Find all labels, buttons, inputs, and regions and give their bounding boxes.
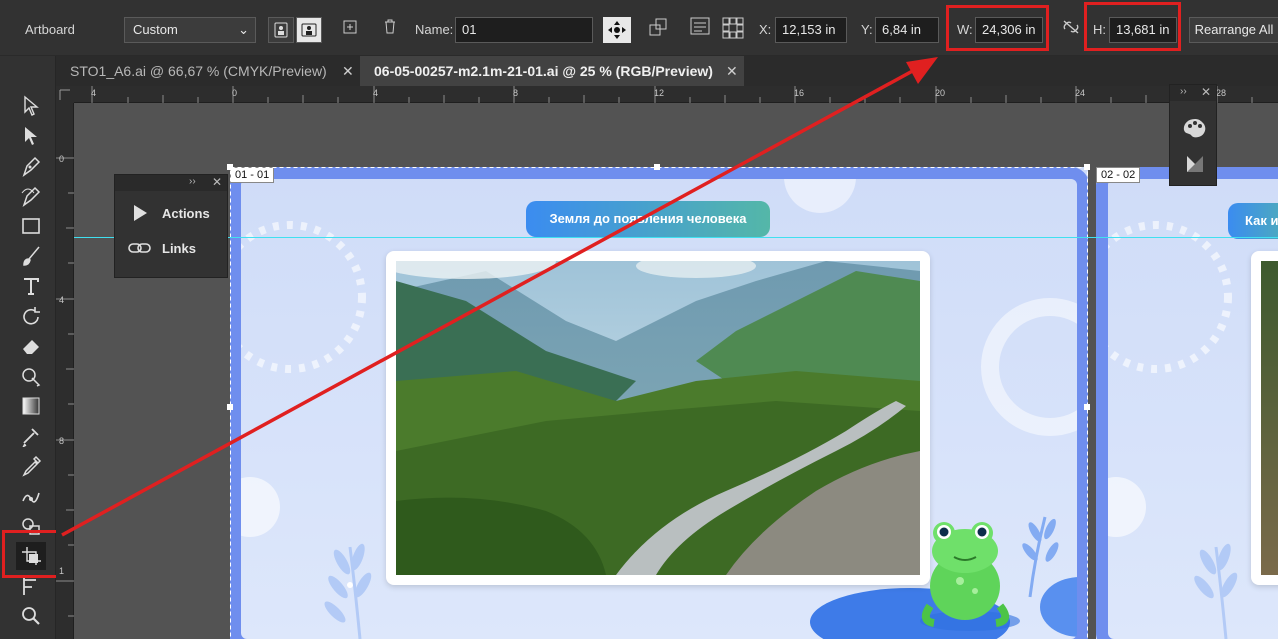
preset-value: Custom bbox=[133, 22, 178, 37]
type-tool-icon[interactable] bbox=[16, 272, 46, 300]
panel-item-links[interactable]: Links bbox=[115, 239, 227, 274]
rectangle-tool-icon[interactable] bbox=[16, 212, 46, 240]
ruler-tick: 8 bbox=[513, 88, 519, 98]
collapse-icon[interactable]: ›› bbox=[1180, 86, 1187, 97]
link-icon bbox=[128, 243, 151, 253]
ruler-tick: 24 bbox=[1075, 88, 1086, 98]
photo bbox=[1261, 261, 1278, 575]
preset-dropdown[interactable]: Custom ⌄ bbox=[124, 17, 256, 43]
new-artboard-icon[interactable] bbox=[337, 17, 363, 43]
panel-item-actions[interactable]: Actions bbox=[115, 204, 227, 239]
transparency-icon[interactable] bbox=[1184, 153, 1206, 175]
ruler-tick: 1 bbox=[59, 566, 65, 576]
color-guide-icon[interactable] bbox=[1182, 117, 1208, 141]
photo-card[interactable] bbox=[386, 251, 930, 585]
document-tab-bar: STO1_A6.ai @ 66,67 % (CMYK/Preview) ✕ 06… bbox=[56, 56, 1278, 86]
rotate-tool-icon[interactable] bbox=[16, 302, 46, 330]
panel-header[interactable]: ›› ✕ bbox=[1170, 85, 1216, 101]
horizontal-ruler[interactable]: 4 0 4 8 12 16 20 24 28 bbox=[74, 86, 1278, 103]
vertical-ruler[interactable]: 0 4 8 1 bbox=[56, 103, 74, 639]
tab-label: STO1_A6.ai @ 66,67 % (CMYK/Preview) bbox=[70, 63, 327, 79]
artboards-panel-icon[interactable] bbox=[687, 17, 713, 43]
artboard-options-icon[interactable] bbox=[645, 17, 671, 43]
artboard-name-input[interactable]: 01 bbox=[455, 17, 593, 43]
pen-tool-icon[interactable] bbox=[16, 152, 46, 180]
eyedropper-chain-tool-icon[interactable] bbox=[16, 422, 46, 450]
ruler-tick: 4 bbox=[373, 88, 379, 98]
close-icon[interactable]: ✕ bbox=[726, 56, 738, 86]
collapse-icon[interactable]: ›› bbox=[189, 176, 196, 187]
panel-item-label: Actions bbox=[162, 206, 210, 221]
ruler-tick: 4 bbox=[59, 295, 65, 305]
zoom-tool-icon[interactable] bbox=[16, 602, 46, 630]
landscape-orientation-icon[interactable] bbox=[296, 17, 322, 43]
eyedropper-tool-icon[interactable] bbox=[16, 452, 46, 480]
direct-selection-tool-icon[interactable] bbox=[16, 122, 46, 150]
photo-card[interactable] bbox=[1251, 251, 1278, 585]
panel-header[interactable]: ›› ✕ bbox=[115, 175, 227, 191]
slide-title[interactable]: Как и bbox=[1228, 203, 1278, 239]
illustrator-window: Artboard Custom ⌄ Name: 01 X: 12,153 in … bbox=[0, 0, 1278, 639]
close-icon[interactable]: ✕ bbox=[342, 56, 354, 86]
ruler-tick: 12 bbox=[654, 88, 665, 98]
frog-mascot bbox=[920, 522, 1020, 631]
move-artwork-icon[interactable] bbox=[603, 17, 631, 43]
artboard-label[interactable]: 02 - 02 bbox=[1096, 167, 1141, 183]
panel-item-label: Links bbox=[162, 241, 196, 256]
constrain-proportions-icon[interactable] bbox=[1058, 17, 1084, 43]
close-icon[interactable]: ✕ bbox=[1201, 85, 1211, 99]
paintbrush-tool-icon[interactable] bbox=[16, 242, 46, 270]
artboard-label[interactable]: 01 - 01 bbox=[230, 167, 275, 183]
ruler-tick: 20 bbox=[935, 88, 946, 98]
x-input[interactable]: 12,153 in bbox=[775, 17, 847, 43]
trash-icon[interactable] bbox=[377, 17, 403, 43]
y-label: Y: bbox=[861, 22, 873, 37]
close-icon[interactable]: ✕ bbox=[212, 175, 222, 189]
ruler-tick: 28 bbox=[1216, 88, 1227, 98]
tab-document-2[interactable]: 06-05-00257-m2.1m-21-01.ai @ 25 % (RGB/P… bbox=[360, 56, 744, 86]
ruler-tick: 4 bbox=[91, 88, 97, 98]
shape-builder-tool-icon[interactable] bbox=[16, 362, 46, 390]
ruler-tick: 0 bbox=[232, 88, 238, 98]
align-grid-icon[interactable] bbox=[720, 17, 746, 43]
tab-label: 06-05-00257-m2.1m-21-01.ai @ 25 % (RGB/P… bbox=[374, 63, 713, 79]
ruler-tick: 0 bbox=[59, 154, 65, 164]
chevron-down-icon: ⌄ bbox=[238, 22, 249, 37]
curvature-tool-icon[interactable] bbox=[16, 182, 46, 210]
gradient-tool-icon[interactable] bbox=[16, 392, 46, 420]
play-icon bbox=[134, 205, 147, 221]
mode-label: Artboard bbox=[25, 22, 75, 37]
guide-line[interactable] bbox=[74, 237, 1278, 238]
ruler-tick: 16 bbox=[794, 88, 805, 98]
landscape-photo bbox=[396, 261, 920, 575]
collapsed-panel-dock: ›› ✕ bbox=[1169, 84, 1217, 186]
x-label: X: bbox=[759, 22, 772, 37]
width-highlight-box bbox=[946, 5, 1049, 51]
ruler-tick: 8 bbox=[59, 436, 65, 446]
selection-tool-icon[interactable] bbox=[16, 92, 46, 120]
eraser-tool-icon[interactable] bbox=[16, 332, 46, 360]
puppet-warp-tool-icon[interactable] bbox=[16, 482, 46, 510]
rearrange-all-button[interactable]: Rearrange All bbox=[1189, 17, 1278, 43]
height-highlight-box bbox=[1084, 2, 1181, 51]
y-input[interactable]: 6,84 in bbox=[875, 17, 939, 43]
document-canvas[interactable]: Земля до появления человека 01 - 01 Как … bbox=[74, 103, 1278, 639]
ruler-origin[interactable] bbox=[56, 86, 74, 103]
slide-title[interactable]: Земля до появления человека bbox=[526, 201, 770, 237]
tab-document-1[interactable]: STO1_A6.ai @ 66,67 % (CMYK/Preview) ✕ bbox=[56, 56, 360, 86]
control-bar: Artboard Custom ⌄ Name: 01 X: 12,153 in … bbox=[0, 0, 1278, 56]
actions-links-panel: ›› ✕ Actions Links bbox=[114, 174, 228, 278]
portrait-orientation-icon[interactable] bbox=[268, 17, 294, 43]
name-label: Name: bbox=[415, 22, 454, 37]
